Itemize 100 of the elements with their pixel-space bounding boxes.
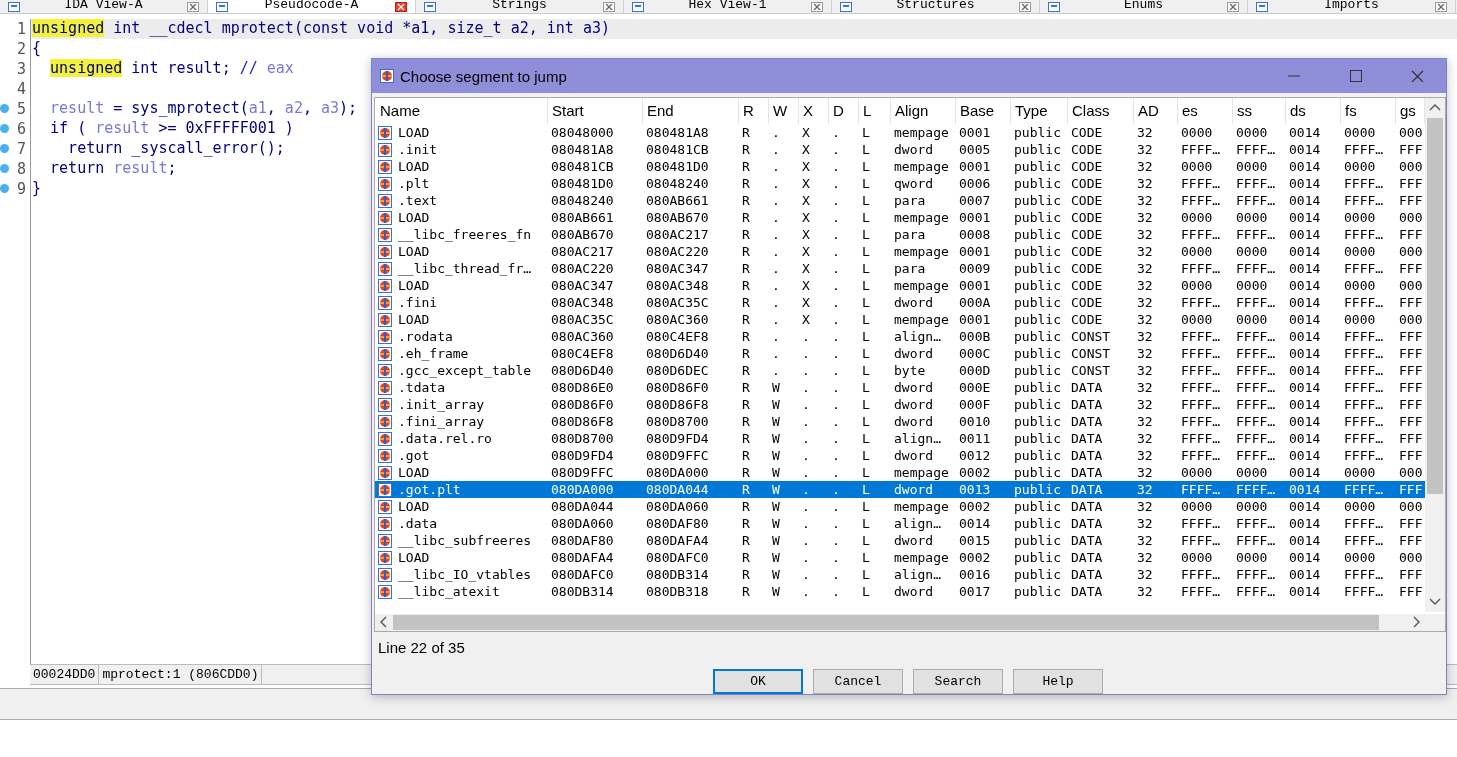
table-row[interactable]: LOAD 080DA044 080DA060 R W . . L mempage 0002 public DATA 32 0000 0000 0014 0000 000: [375, 498, 1426, 515]
column-header[interactable]: AD: [1134, 98, 1178, 124]
line-number: 6: [16, 120, 26, 138]
table-row[interactable]: __libc_thread_fr… 080AC220 080AC347 R . X . L para 0009 public CODE 32 FFFF… FFFF… 0014 FFFF… FFF: [375, 260, 1426, 277]
table-cell-text: R: [741, 533, 751, 548]
table-cell-text: 080DA044: [550, 499, 615, 514]
table-row[interactable]: .plt 080481D0 08048240 R . X . L qword 0006 public CODE 32 FFFF… FFFF… 0014 FFFF… FFF: [375, 175, 1426, 192]
close-icon[interactable]: [187, 1, 199, 12]
close-icon[interactable]: [603, 1, 615, 12]
table-cell-text: CONST: [1070, 363, 1112, 378]
table-cell-text: .: [801, 414, 811, 429]
table-cell-text: FFF: [1398, 482, 1424, 497]
column-header[interactable]: D: [829, 98, 859, 124]
table-row[interactable]: LOAD 080AB661 080AB670 R . X . L mempage 0001 public CODE 32 0000 0000 0014 0000 000: [375, 209, 1426, 226]
column-header[interactable]: L: [859, 98, 891, 124]
table-row[interactable]: .eh_frame 080C4EF8 080D6D40 R . . . L dword 000C public CONST 32 FFFF… FFFF… 0014 FFFF… FFF: [375, 345, 1426, 362]
table-cell-text: FFF: [1398, 363, 1424, 378]
column-header[interactable]: Align: [891, 98, 956, 124]
table-row[interactable]: .got 080D9FD4 080D9FFC R W . . L dword 0012 public DATA 32 FFFF… FFFF… 0014 FFFF… FFF: [375, 447, 1426, 464]
table-cell-text: 32: [1136, 261, 1154, 276]
table-cell-text: 0014: [1288, 125, 1322, 140]
table-row[interactable]: __libc_freeres_fn 080AB670 080AC217 R . X . L para 0008 public CODE 32 FFFF… FFFF… 0014 FFFF… FFF: [375, 226, 1426, 243]
table-row[interactable]: .fini 080AC348 080AC35C R . X . L dword 000A public CODE 32 FFFF… FFFF… 0014 FFFF… FFF: [375, 294, 1426, 311]
breakpoint-dot[interactable]: [0, 184, 9, 193]
column-header[interactable]: Base: [956, 98, 1011, 124]
dialog-button[interactable]: OK: [713, 669, 803, 694]
vertical-scrollbar[interactable]: [1425, 98, 1445, 612]
table-row[interactable]: .data.rel.ro 080D8700 080D9FD4 R W . . L align… 0011 public DATA 32 FFFF… FFFF… 0014 FFFF… FFF: [375, 430, 1426, 447]
table-row[interactable]: __libc_subfreeres 080DAF80 080DAFA4 R W . . L dword 0015 public DATA 32 FFFF… FFFF… 0014 FFFF… FFF: [375, 532, 1426, 549]
segment-icon: [378, 227, 392, 242]
scroll-right-icon[interactable]: [1412, 615, 1421, 629]
table-row[interactable]: LOAD 080AC217 080AC220 R . X . L mempage 0001 public CODE 32 0000 0000 0014 0000 000: [375, 243, 1426, 260]
scroll-up-icon[interactable]: [1428, 103, 1442, 112]
table-row[interactable]: .gcc_except_table 080D6D40 080D6DEC R . . . L byte 000D public CONST 32 FFFF… FFFF… 0014 FFFF… FFF: [375, 362, 1426, 379]
column-header[interactable]: R: [739, 98, 769, 124]
table-cell-text: .: [771, 193, 781, 208]
breakpoint-dot[interactable]: [0, 124, 9, 133]
table-cell-text: FFF: [1398, 380, 1424, 395]
segment-icon: [378, 414, 392, 429]
column-header[interactable]: X: [799, 98, 829, 124]
table-row[interactable]: LOAD 080AC35C 080AC360 R . X . L mempage 0001 public CODE 32 0000 0000 0014 0000 000: [375, 311, 1426, 328]
close-icon[interactable]: [1227, 1, 1239, 12]
table-cell-text: 080481D0: [550, 176, 615, 191]
table-cell-text: X: [801, 210, 811, 225]
horizontal-scrollbar[interactable]: [375, 614, 1445, 631]
table-cell-text: 0000: [1180, 244, 1214, 259]
column-header[interactable]: ss: [1233, 98, 1286, 124]
table-cell-text: 0000: [1343, 125, 1377, 140]
table-cell-text: R: [741, 278, 751, 293]
table-row[interactable]: .tdata 080D86E0 080D86F0 R W . . L dword 000E public DATA 32 FFFF… FFFF… 0014 FFFF… FFF: [375, 379, 1426, 396]
dialog-button[interactable]: Cancel: [813, 669, 903, 694]
line-number: 1: [16, 20, 26, 38]
table-row[interactable]: .text 08048240 080AB661 R . X . L para 0007 public CODE 32 FFFF… FFFF… 0014 FFFF… FFF: [375, 192, 1426, 209]
tab[interactable]: Structures: [832, 0, 1040, 13]
breakpoint-dot[interactable]: [0, 144, 9, 153]
breakpoint-dot[interactable]: [0, 104, 9, 113]
column-header[interactable]: fs: [1341, 98, 1396, 124]
scroll-down-icon[interactable]: [1428, 597, 1442, 606]
table-cell-text: .: [801, 380, 811, 395]
table-row[interactable]: __libc_atexit 080DB314 080DB318 R W . . L dword 0017 public DATA 32 FFFF… FFFF… 0014 FFFF… FFF: [375, 583, 1426, 600]
line-number: 7: [16, 140, 26, 158]
close-icon[interactable]: [1019, 1, 1031, 12]
table-cell-text: mempage: [893, 465, 950, 480]
table-cell-text: 000: [1398, 465, 1424, 480]
column-header[interactable]: ds: [1286, 98, 1341, 124]
table-row[interactable]: LOAD 080D9FFC 080DA000 R W . . L mempage 0002 public DATA 32 0000 0000 0014 0000 000: [375, 464, 1426, 481]
table-row[interactable]: LOAD 080DAFA4 080DAFC0 R W . . L mempage 0002 public DATA 32 0000 0000 0014 0000 000: [375, 549, 1426, 566]
column-header[interactable]: Start: [548, 98, 643, 124]
dialog-button[interactable]: Help: [1013, 669, 1103, 694]
close-icon[interactable]: [395, 1, 407, 12]
scroll-left-icon[interactable]: [379, 615, 388, 629]
table-cell-text: public: [1013, 516, 1062, 531]
column-header[interactable]: Type: [1011, 98, 1068, 124]
table-row[interactable]: LOAD 08048000 080481A8 R . X . L mempage 0001 public CODE 32 0000 0000 0014 0000 000: [375, 124, 1426, 141]
tab[interactable]: Enums: [1040, 0, 1248, 13]
table-cell-text: public: [1013, 465, 1062, 480]
column-header[interactable]: W: [769, 98, 799, 124]
table-cell-text: FFFF…: [1343, 193, 1385, 208]
table-row[interactable]: .init_array 080D86F0 080D86F8 R W . . L dword 000F public DATA 32 FFFF… FFFF… 0014 FFFF… FFF: [375, 396, 1426, 413]
breakpoint-dot[interactable]: [0, 164, 9, 173]
tab[interactable]: Imports: [1248, 0, 1456, 13]
table-row[interactable]: .rodata 080AC360 080C4EF8 R . . . L align… 000B public CONST 32 FFFF… FFFF… 0014 FFFF… FFF: [375, 328, 1426, 345]
table-cell: .data: [398, 516, 438, 531]
column-header[interactable]: Class: [1068, 98, 1134, 124]
dialog-button[interactable]: Search: [913, 669, 1003, 694]
table-cell-text: FFFF…: [1343, 584, 1385, 599]
table-row[interactable]: __libc_IO_vtables 080DAFC0 080DB314 R W . . L align… 0016 public DATA 32 FFFF… FFFF… 0014 FFFF… FFF: [375, 566, 1426, 583]
column-header[interactable]: Name: [376, 98, 548, 124]
table-row[interactable]: .data 080DA060 080DAF80 R W . . L align… 0014 public DATA 32 FFFF… FFFF… 0014 FFFF… FFF: [375, 515, 1426, 532]
table-row[interactable]: LOAD 080481CB 080481D0 R . X . L mempage 0001 public CODE 32 0000 0000 0014 0000 000: [375, 158, 1426, 175]
column-header[interactable]: End: [643, 98, 739, 124]
table-cell-text: CODE: [1070, 295, 1104, 310]
table-row[interactable]: .fini_array 080D86F8 080D8700 R W . . L dword 0010 public DATA 32 FFFF… FFFF… 0014 FFFF… FFF: [375, 413, 1426, 430]
table-row[interactable]: LOAD 080AC347 080AC348 R . X . L mempage 0001 public CODE 32 0000 0000 0014 0000 000: [375, 277, 1426, 294]
close-icon[interactable]: [1435, 1, 1447, 12]
table-cell-text: 0014: [1288, 567, 1322, 582]
column-header[interactable]: es: [1178, 98, 1233, 124]
table-row[interactable]: .init 080481A8 080481CB R . X . L dword 0005 public CODE 32 FFFF… FFFF… 0014 FFFF… FFF: [375, 141, 1426, 158]
close-icon[interactable]: [811, 1, 823, 12]
table-row[interactable]: .got.plt 080DA000 080DA044 R W . . L dword 0013 public DATA 32 FFFF… FFFF… 0014 FFFF… FFF: [375, 481, 1426, 498]
